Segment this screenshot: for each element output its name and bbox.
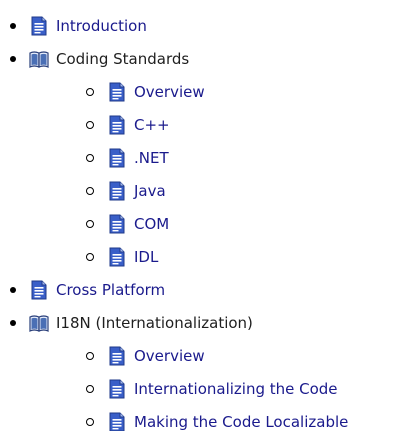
tree-item-i18n: I18N (Internationalization) Overview Int…: [8, 306, 400, 431]
coding-standards-label: Coding Standards: [56, 49, 190, 68]
circle-bullet-icon: [86, 219, 94, 228]
bullet-icon: [10, 286, 16, 293]
introduction-link[interactable]: Introduction: [56, 17, 147, 35]
tree-item-internationalizing-the-code: Internationalizing the Code: [86, 372, 400, 405]
bullet-icon: [10, 319, 16, 326]
cpp-link[interactable]: C++: [134, 116, 170, 134]
tree-row: Overview: [86, 339, 400, 372]
cross-platform-link[interactable]: Cross Platform: [56, 281, 165, 299]
java-link[interactable]: Java: [134, 182, 166, 200]
document-icon: [109, 247, 125, 266]
circle-bullet-icon: [86, 417, 94, 426]
document-icon: [109, 379, 125, 398]
making-the-code-localizable-link[interactable]: Making the Code Localizable: [134, 413, 348, 431]
document-icon: [109, 181, 125, 200]
document-icon: [31, 280, 47, 299]
document-icon: [109, 214, 125, 233]
open-book-icon: [29, 314, 49, 332]
circle-bullet-icon: [86, 252, 94, 261]
tree-item-introduction: Introduction: [8, 9, 400, 42]
tree-item-java: Java: [86, 174, 400, 207]
documentation-tree: Introduction Coding Standards Overview C…: [0, 0, 400, 431]
document-icon: [109, 115, 125, 134]
tree-row: .NET: [86, 141, 400, 174]
tree-item-dotnet: .NET: [86, 141, 400, 174]
tree-row: COM: [86, 207, 400, 240]
circle-bullet-icon: [86, 87, 94, 96]
circle-bullet-icon: [86, 153, 94, 162]
tree-item-cpp: C++: [86, 108, 400, 141]
document-icon: [109, 148, 125, 167]
document-icon: [31, 16, 47, 35]
overview-link[interactable]: Overview: [134, 83, 205, 101]
tree-item-making-the-code-localizable: Making the Code Localizable: [86, 405, 400, 431]
coding-standards-children: Overview C++ .NET Java COM IDL: [8, 75, 400, 273]
tree-row: Cross Platform: [8, 273, 400, 306]
tree-item-idl: IDL: [86, 240, 400, 273]
tree-item-coding-standards: Coding Standards Overview C++ .NET Java …: [8, 42, 400, 273]
document-icon: [109, 346, 125, 365]
circle-bullet-icon: [86, 120, 94, 129]
tree-row: Making the Code Localizable: [86, 405, 400, 431]
tree-row: IDL: [86, 240, 400, 273]
tree-item-com: COM: [86, 207, 400, 240]
i18n-label: I18N (Internationalization): [56, 313, 253, 332]
document-icon: [109, 82, 125, 101]
internationalizing-the-code-link[interactable]: Internationalizing the Code: [134, 380, 338, 398]
tree-row: Coding Standards: [8, 42, 400, 75]
circle-bullet-icon: [86, 384, 94, 393]
tree-row: Introduction: [8, 9, 400, 42]
tree-row: Java: [86, 174, 400, 207]
bullet-icon: [10, 55, 16, 62]
i18n-overview-link[interactable]: Overview: [134, 347, 205, 365]
circle-bullet-icon: [86, 186, 94, 195]
tree-row: Internationalizing the Code: [86, 372, 400, 405]
tree-row: I18N (Internationalization): [8, 306, 400, 339]
tree-root-list: Introduction Coding Standards Overview C…: [0, 0, 400, 431]
circle-bullet-icon: [86, 351, 94, 360]
bullet-icon: [10, 22, 16, 29]
com-link[interactable]: COM: [134, 215, 169, 233]
open-book-icon: [29, 50, 49, 68]
tree-item-cross-platform: Cross Platform: [8, 273, 400, 306]
idl-link[interactable]: IDL: [134, 248, 158, 266]
tree-item-overview: Overview: [86, 75, 400, 108]
tree-item-i18n-overview: Overview: [86, 339, 400, 372]
tree-row: C++: [86, 108, 400, 141]
document-icon: [109, 412, 125, 431]
dotnet-link[interactable]: .NET: [134, 149, 169, 167]
i18n-children: Overview Internationalizing the Code Mak…: [8, 339, 400, 431]
tree-row: Overview: [86, 75, 400, 108]
